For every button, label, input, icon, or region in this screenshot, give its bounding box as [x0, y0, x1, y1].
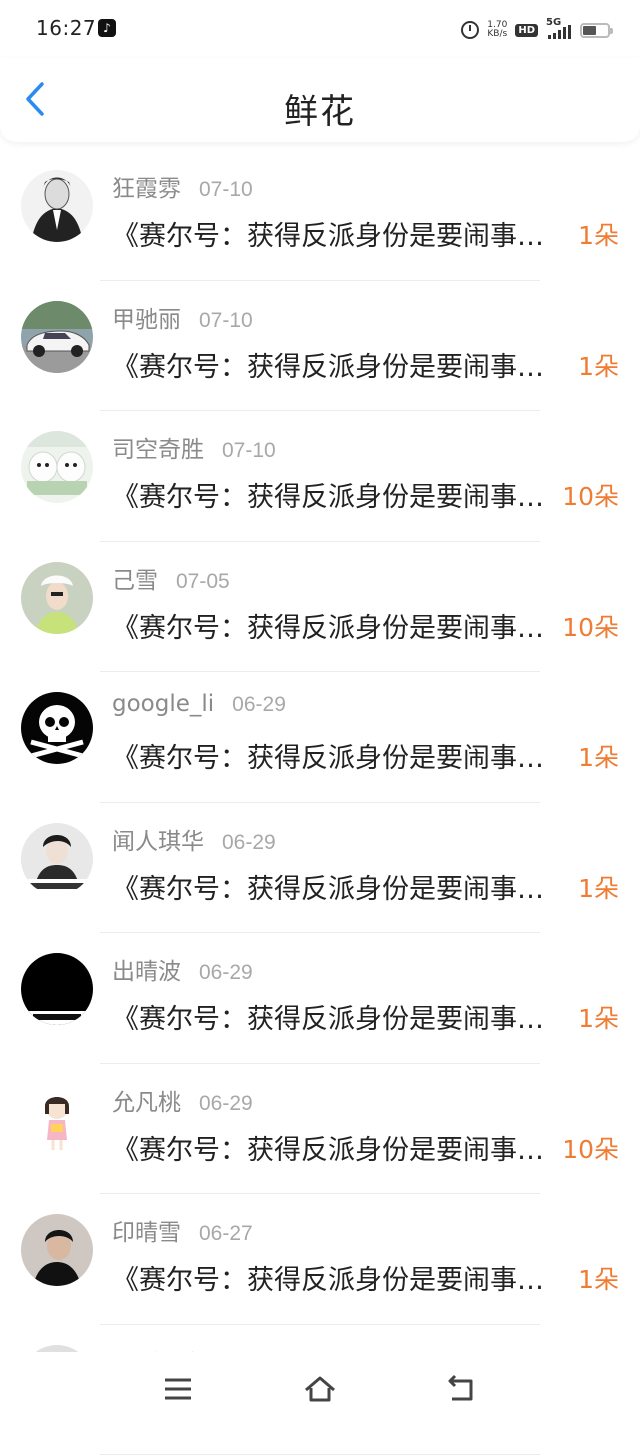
- network-speed-unit: KB/s: [487, 29, 507, 39]
- menu-icon: [161, 1372, 195, 1406]
- article-title[interactable]: 《赛尔号：获得反派身份是要闹事吗？》: [112, 1258, 562, 1297]
- article-title[interactable]: 《赛尔号：获得反派身份是要闹事吗？》: [112, 997, 562, 1036]
- back-nav-button[interactable]: [434, 1364, 490, 1414]
- battery-icon: [580, 23, 610, 38]
- article-title[interactable]: 《赛尔号：获得反派身份是要闹事吗？》: [112, 867, 562, 906]
- user-name: 己雪 07-05: [112, 561, 230, 595]
- avatar[interactable]: [21, 301, 93, 373]
- user-name: 狂霞雰 07-10: [112, 169, 253, 203]
- item-date: 06-27: [199, 1222, 253, 1245]
- list-item[interactable]: google_li 06-29 《赛尔号：获得反派身份是要闹事吗？》 1朵: [0, 672, 640, 803]
- home-icon: [303, 1372, 337, 1406]
- user-name-text: 允凡桃: [112, 1090, 181, 1116]
- flower-list: 狂霞雰07-10《赛尔号：获得反派身份是要闹事吗？》1朵甲驰丽07-10《赛尔号…: [0, 150, 640, 1455]
- list-item[interactable]: 甲驰丽 07-10 《赛尔号：获得反派身份是要闹事吗？》 1朵: [0, 281, 640, 412]
- user-name: 闻人琪华 06-29: [112, 822, 276, 856]
- page-title: 鲜花: [0, 84, 640, 133]
- flower-count: 1朵: [578, 1260, 619, 1296]
- system-nav-bar: [0, 1352, 640, 1427]
- flower-count: 10朵: [562, 608, 619, 644]
- list-item[interactable]: 狂霞雰 07-10 《赛尔号：获得反派身份是要闹事吗？》 1朵: [0, 150, 640, 281]
- item-date: 07-10: [222, 439, 276, 462]
- network-type: 5G: [546, 17, 561, 28]
- user-name: 允凡桃 06-29: [112, 1083, 253, 1117]
- list-item[interactable]: 允凡桃 06-29 《赛尔号：获得反派身份是要闹事吗？》10朵: [0, 1064, 640, 1195]
- user-name-text: 印晴雪: [112, 1220, 181, 1246]
- home-button[interactable]: [292, 1364, 348, 1414]
- user-name: 甲驰丽 07-10: [112, 300, 253, 334]
- flower-count: 1朵: [578, 347, 619, 383]
- avatar[interactable]: [21, 823, 93, 895]
- user-name: 印晴雪 06-27: [112, 1213, 253, 1247]
- list-item[interactable]: 己雪 07-05 《赛尔号：获得反派身份是要闹事吗？》10朵: [0, 542, 640, 673]
- page-header: 鲜花: [0, 58, 640, 142]
- flower-count: 10朵: [562, 1130, 619, 1166]
- avatar[interactable]: [21, 170, 93, 242]
- item-date: 06-29: [199, 961, 253, 984]
- article-title[interactable]: 《赛尔号：获得反派身份是要闹事吗？》: [112, 475, 562, 514]
- avatar[interactable]: [21, 953, 93, 1025]
- item-date: 07-10: [199, 309, 253, 332]
- avatar[interactable]: [21, 562, 93, 634]
- status-time: 16:27: [36, 16, 96, 40]
- back-icon: [445, 1372, 479, 1406]
- user-name-text: 出晴波: [112, 959, 181, 985]
- article-title[interactable]: 《赛尔号：获得反派身份是要闹事吗？》: [112, 214, 562, 253]
- list-item[interactable]: 司空奇胜 07-10 《赛尔号：获得反派身份是要闹事吗？》10朵: [0, 411, 640, 542]
- item-date: 07-10: [199, 178, 253, 201]
- article-title[interactable]: 《赛尔号：获得反派身份是要闹事吗？》: [112, 606, 562, 645]
- status-bar: 16:27 ♪ 1.70 KB/s HD 5G: [0, 0, 640, 58]
- user-name-text: 己雪: [112, 568, 158, 594]
- avatar[interactable]: [21, 1084, 93, 1156]
- item-date: 06-29: [222, 831, 276, 854]
- tiktok-notification-icon: ♪: [98, 19, 116, 37]
- alarm-icon: [461, 21, 479, 39]
- item-date: 06-29: [199, 1092, 253, 1115]
- user-name-text: 闻人琪华: [112, 829, 204, 855]
- article-title[interactable]: 《赛尔号：获得反派身份是要闹事吗？》: [112, 345, 562, 384]
- list-item[interactable]: 闻人琪华 06-29 《赛尔号：获得反派身份是要闹事吗？》 1朵: [0, 803, 640, 934]
- list-item[interactable]: 印晴雪 06-27 《赛尔号：获得反派身份是要闹事吗？》 1朵: [0, 1194, 640, 1325]
- user-name: google_li 06-29: [112, 691, 286, 717]
- item-date: 06-29: [232, 693, 286, 716]
- user-name-text: 司空奇胜: [112, 437, 204, 463]
- user-name-text: google_li: [112, 691, 214, 717]
- signal-icon: 5G: [546, 19, 572, 41]
- article-title[interactable]: 《赛尔号：获得反派身份是要闹事吗？》: [112, 1128, 562, 1167]
- user-name-text: 甲驰丽: [112, 307, 181, 333]
- avatar[interactable]: [21, 431, 93, 503]
- user-name: 出晴波 06-29: [112, 952, 253, 986]
- flower-count: 1朵: [578, 738, 619, 774]
- flower-count: 10朵: [562, 477, 619, 513]
- flower-count: 1朵: [578, 869, 619, 905]
- user-name-text: 狂霞雰: [112, 176, 181, 202]
- article-title[interactable]: 《赛尔号：获得反派身份是要闹事吗？》: [112, 736, 562, 775]
- flower-count: 1朵: [578, 999, 619, 1035]
- list-item[interactable]: 出晴波 06-29 《赛尔号：获得反派身份是要闹事吗？》 1朵: [0, 933, 640, 1064]
- flower-count: 1朵: [578, 216, 619, 252]
- user-name: 司空奇胜 07-10: [112, 430, 276, 464]
- menu-button[interactable]: [150, 1364, 206, 1414]
- avatar[interactable]: [21, 1214, 93, 1286]
- avatar[interactable]: [21, 692, 93, 764]
- hd-icon: HD: [515, 24, 538, 37]
- network-speed: 1.70 KB/s: [487, 21, 507, 39]
- item-date: 07-05: [176, 570, 230, 593]
- status-icons: 1.70 KB/s HD 5G: [461, 16, 610, 44]
